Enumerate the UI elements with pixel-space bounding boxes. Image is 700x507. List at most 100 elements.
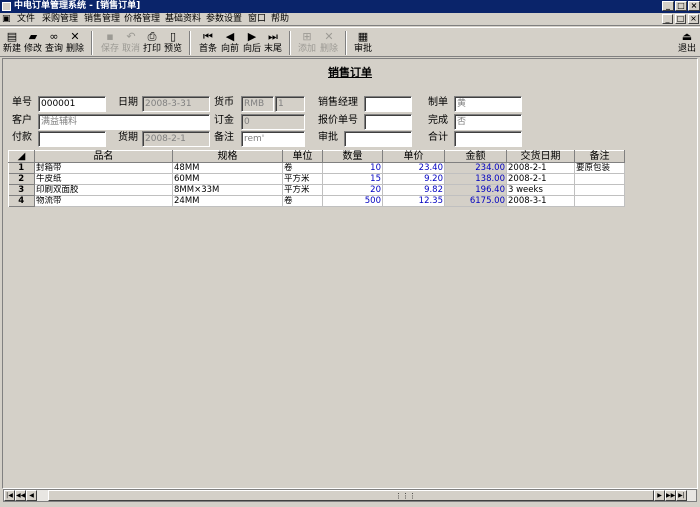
cell-product[interactable]: 封箱带 xyxy=(34,162,173,174)
cell-unit-price[interactable]: 12.35 xyxy=(382,195,445,207)
approval-field[interactable] xyxy=(344,131,412,147)
scroll-thumb[interactable]: ⋮⋮⋮ xyxy=(48,490,654,501)
menu-window[interactable]: 窗口 xyxy=(248,14,266,25)
toolbar: ▤ 新建 ▰ 修改 ∞ 查询 ✕ 删除 ▪ 保存 ↶ 取消 ⎙ 打印 ▯ 预览 ⏮ 首条 ◀ 向前 … xyxy=(0,27,700,57)
cell-unit[interactable]: 卷 xyxy=(282,195,323,207)
mdi-close-button[interactable]: × xyxy=(688,14,699,24)
order-lines-grid[interactable]: ◢ 品名 规格 单位 数量 单价 金额 交货日期 备注 1 封箱带 48MM 卷… xyxy=(8,150,625,207)
last-record-button[interactable]: ⏭ 末尾 xyxy=(263,30,283,56)
delivery-field[interactable]: 2008-2-1 xyxy=(142,131,210,147)
exchange-rate-field[interactable]: 1 xyxy=(275,96,305,112)
cell-remark[interactable] xyxy=(574,173,625,185)
quote-no-field[interactable] xyxy=(364,114,412,130)
row-number[interactable]: 3 xyxy=(8,184,35,196)
cell-spec[interactable]: 24MM xyxy=(172,195,283,207)
remark-field[interactable]: rem' xyxy=(241,131,305,147)
close-button[interactable]: × xyxy=(688,1,700,11)
column-header[interactable]: 规格 xyxy=(172,150,283,163)
scroll-right-button[interactable]: ▶▶ xyxy=(665,490,676,501)
cell-product[interactable]: 牛皮纸 xyxy=(34,173,173,185)
remove-row-button[interactable]: ✕ 删除 xyxy=(319,30,339,56)
date-field[interactable]: 2008-3-31 xyxy=(142,96,210,112)
customer-field[interactable]: 满益辅料 xyxy=(38,114,210,130)
add-row-button[interactable]: ⊞ 添加 xyxy=(297,30,317,56)
menu-help[interactable]: 帮助 xyxy=(271,14,289,25)
order-no-field[interactable]: 000001 xyxy=(38,96,106,112)
corner-cell: ◢ xyxy=(8,150,35,163)
cell-quantity[interactable]: 500 xyxy=(322,195,383,207)
restore-button[interactable]: □ xyxy=(675,1,687,11)
scroll-step-left-button[interactable]: ◀ xyxy=(26,490,37,501)
cell-unit-price[interactable]: 9.82 xyxy=(382,184,445,196)
exit-button[interactable]: ⏏ 退出 xyxy=(677,30,697,56)
cell-remark[interactable]: 要原包装 xyxy=(574,162,625,174)
menu-price[interactable]: 价格管理 xyxy=(124,14,160,25)
cell-spec[interactable]: 60MM xyxy=(172,173,283,185)
column-header[interactable]: 交货日期 xyxy=(506,150,575,163)
approve-button[interactable]: ▦ 审批 xyxy=(353,30,373,56)
cell-delivery-date[interactable]: 2008-3-1 xyxy=(506,195,575,207)
cell-quantity[interactable]: 20 xyxy=(322,184,383,196)
menu-sales[interactable]: 销售管理 xyxy=(84,14,120,25)
done-label: 完成 xyxy=(428,115,448,126)
cell-delivery-date[interactable]: 2008-2-1 xyxy=(506,173,575,185)
table-row[interactable]: 2 牛皮纸 60MM 平方米 15 9.20 138.00 2008-2-1 xyxy=(8,173,625,185)
deposit-label: 订金 xyxy=(214,115,234,126)
cell-unit[interactable]: 卷 xyxy=(282,162,323,174)
total-field[interactable] xyxy=(454,131,522,147)
cell-quantity[interactable]: 10 xyxy=(322,162,383,174)
scroll-step-right-button[interactable]: ▶ xyxy=(654,490,665,501)
minimize-button[interactable]: _ xyxy=(662,1,674,11)
cell-delivery-date[interactable]: 3 weeks xyxy=(506,184,575,196)
sales-manager-field[interactable] xyxy=(364,96,412,112)
column-header[interactable]: 备注 xyxy=(574,150,625,163)
scroll-first-button[interactable]: |◀ xyxy=(4,490,15,501)
done-field[interactable]: 否 xyxy=(454,114,522,130)
cell-quantity[interactable]: 15 xyxy=(322,173,383,185)
remark-label: 备注 xyxy=(214,132,234,143)
cell-unit[interactable]: 平方米 xyxy=(282,184,323,196)
cell-unit-price[interactable]: 9.20 xyxy=(382,173,445,185)
scroll-last-button[interactable]: ▶| xyxy=(676,490,687,501)
cell-remark[interactable] xyxy=(574,195,625,207)
delete-button[interactable]: ✕ 删除 xyxy=(65,30,85,56)
menu-file[interactable]: 文件 xyxy=(17,14,35,25)
currency-field[interactable]: RMB xyxy=(241,96,274,112)
cell-remark[interactable] xyxy=(574,184,625,196)
first-record-button[interactable]: ⏮ 首条 xyxy=(198,30,218,56)
column-header[interactable]: 金额 xyxy=(444,150,507,163)
row-number[interactable]: 1 xyxy=(8,162,35,174)
column-header[interactable]: 单位 xyxy=(282,150,323,163)
first-icon: ⏮ xyxy=(203,30,213,43)
cell-spec[interactable]: 8MM×33M xyxy=(172,184,283,196)
table-row[interactable]: 1 封箱带 48MM 卷 10 23.40 234.00 2008-2-1 要原… xyxy=(8,162,625,174)
cell-product[interactable]: 印刷双面胶 xyxy=(34,184,173,196)
add-row-icon: ⊞ xyxy=(302,30,312,43)
column-header[interactable]: 数量 xyxy=(322,150,383,163)
maker-field[interactable]: 黄 xyxy=(454,96,522,112)
preview-button[interactable]: ▯ 预览 xyxy=(163,30,183,56)
prev-record-button[interactable]: ◀ 向前 xyxy=(220,30,240,56)
cell-product[interactable]: 物流带 xyxy=(34,195,173,207)
payment-field[interactable] xyxy=(38,131,106,147)
cell-delivery-date[interactable]: 2008-2-1 xyxy=(506,162,575,174)
scroll-left-button[interactable]: ◀◀ xyxy=(15,490,26,501)
cell-unit-price[interactable]: 23.40 xyxy=(382,162,445,174)
table-row[interactable]: 3 印刷双面胶 8MM×33M 平方米 20 9.82 196.40 3 wee… xyxy=(8,184,625,196)
menu-parameters[interactable]: 参数设置 xyxy=(206,14,242,25)
column-header[interactable]: 品名 xyxy=(34,150,173,163)
mdi-child-icon[interactable]: ▣ xyxy=(2,14,11,25)
row-number[interactable]: 2 xyxy=(8,173,35,185)
menu-purchase[interactable]: 采购管理 xyxy=(42,14,78,25)
column-header[interactable]: 单价 xyxy=(382,150,445,163)
app-icon xyxy=(2,2,11,11)
menu-base-data[interactable]: 基础资料 xyxy=(165,14,201,25)
cell-spec[interactable]: 48MM xyxy=(172,162,283,174)
horizontal-scrollbar[interactable]: |◀ ◀◀ ◀ ⋮⋮⋮ ▶ ▶▶ ▶| xyxy=(3,489,697,502)
mdi-minimize-button[interactable]: _ xyxy=(662,14,673,24)
cell-unit[interactable]: 平方米 xyxy=(282,173,323,185)
mdi-restore-button[interactable]: □ xyxy=(675,14,686,24)
deposit-field[interactable]: 0 xyxy=(241,114,305,130)
row-number[interactable]: 4 xyxy=(8,195,35,207)
table-row[interactable]: 4 物流带 24MM 卷 500 12.35 6175.00 2008-3-1 xyxy=(8,195,625,207)
